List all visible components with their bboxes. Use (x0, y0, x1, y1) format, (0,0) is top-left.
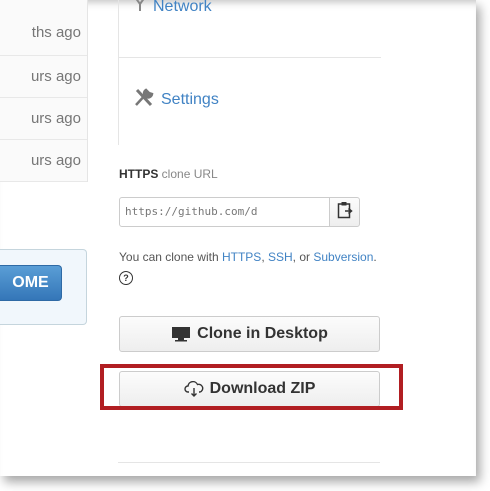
screenshot-frame: ths ago urs ago urs ago urs ago OME Netw… (0, 0, 476, 476)
divider (119, 57, 381, 58)
clone-url-input[interactable]: https://github.com/d (119, 197, 330, 227)
highlight-box (100, 364, 403, 410)
nav-item-network[interactable]: Network (133, 0, 212, 17)
clone-url-caption: clone URL (158, 167, 218, 181)
list-item: ths ago (0, 0, 87, 56)
list-item: urs ago (0, 140, 87, 182)
help-icon[interactable]: ? (119, 270, 133, 285)
list-item: urs ago (0, 56, 87, 98)
desktop-icon (171, 326, 191, 342)
commit-age: urs ago (30, 110, 81, 127)
file-list: ths ago urs ago urs ago urs ago (0, 0, 88, 182)
clone-help-text: You can clone with HTTPS, SSH, or Subver… (119, 247, 379, 287)
help-text: , or (292, 250, 314, 264)
welcome-panel: OME (0, 249, 87, 325)
nav-item-label: Network (153, 0, 212, 15)
clone-url-heading: HTTPS clone URL (119, 167, 218, 181)
https-link[interactable]: HTTPS (222, 250, 261, 264)
network-icon (133, 0, 147, 17)
list-item: urs ago (0, 98, 87, 140)
commit-age: urs ago (30, 152, 81, 169)
repo-nav: Network Settings (118, 0, 381, 145)
clone-in-desktop-button[interactable]: Clone in Desktop (119, 316, 380, 352)
welcome-button[interactable]: OME (0, 265, 62, 301)
commit-age: urs ago (30, 68, 81, 85)
ssh-link[interactable]: SSH (268, 250, 293, 264)
copy-button[interactable] (329, 197, 360, 227)
nav-item-label: Settings (161, 90, 219, 108)
help-text: , (261, 250, 268, 264)
help-text: You can clone with (119, 250, 222, 264)
button-label: Clone in Desktop (197, 325, 328, 342)
subversion-link[interactable]: Subversion (313, 250, 373, 264)
clipboard-icon (337, 201, 353, 224)
clone-protocol: HTTPS (119, 167, 159, 181)
help-text: . (373, 250, 377, 264)
tools-icon (133, 87, 155, 112)
nav-item-settings[interactable]: Settings (133, 87, 219, 112)
commit-age: ths ago (31, 24, 81, 41)
divider (118, 462, 380, 463)
